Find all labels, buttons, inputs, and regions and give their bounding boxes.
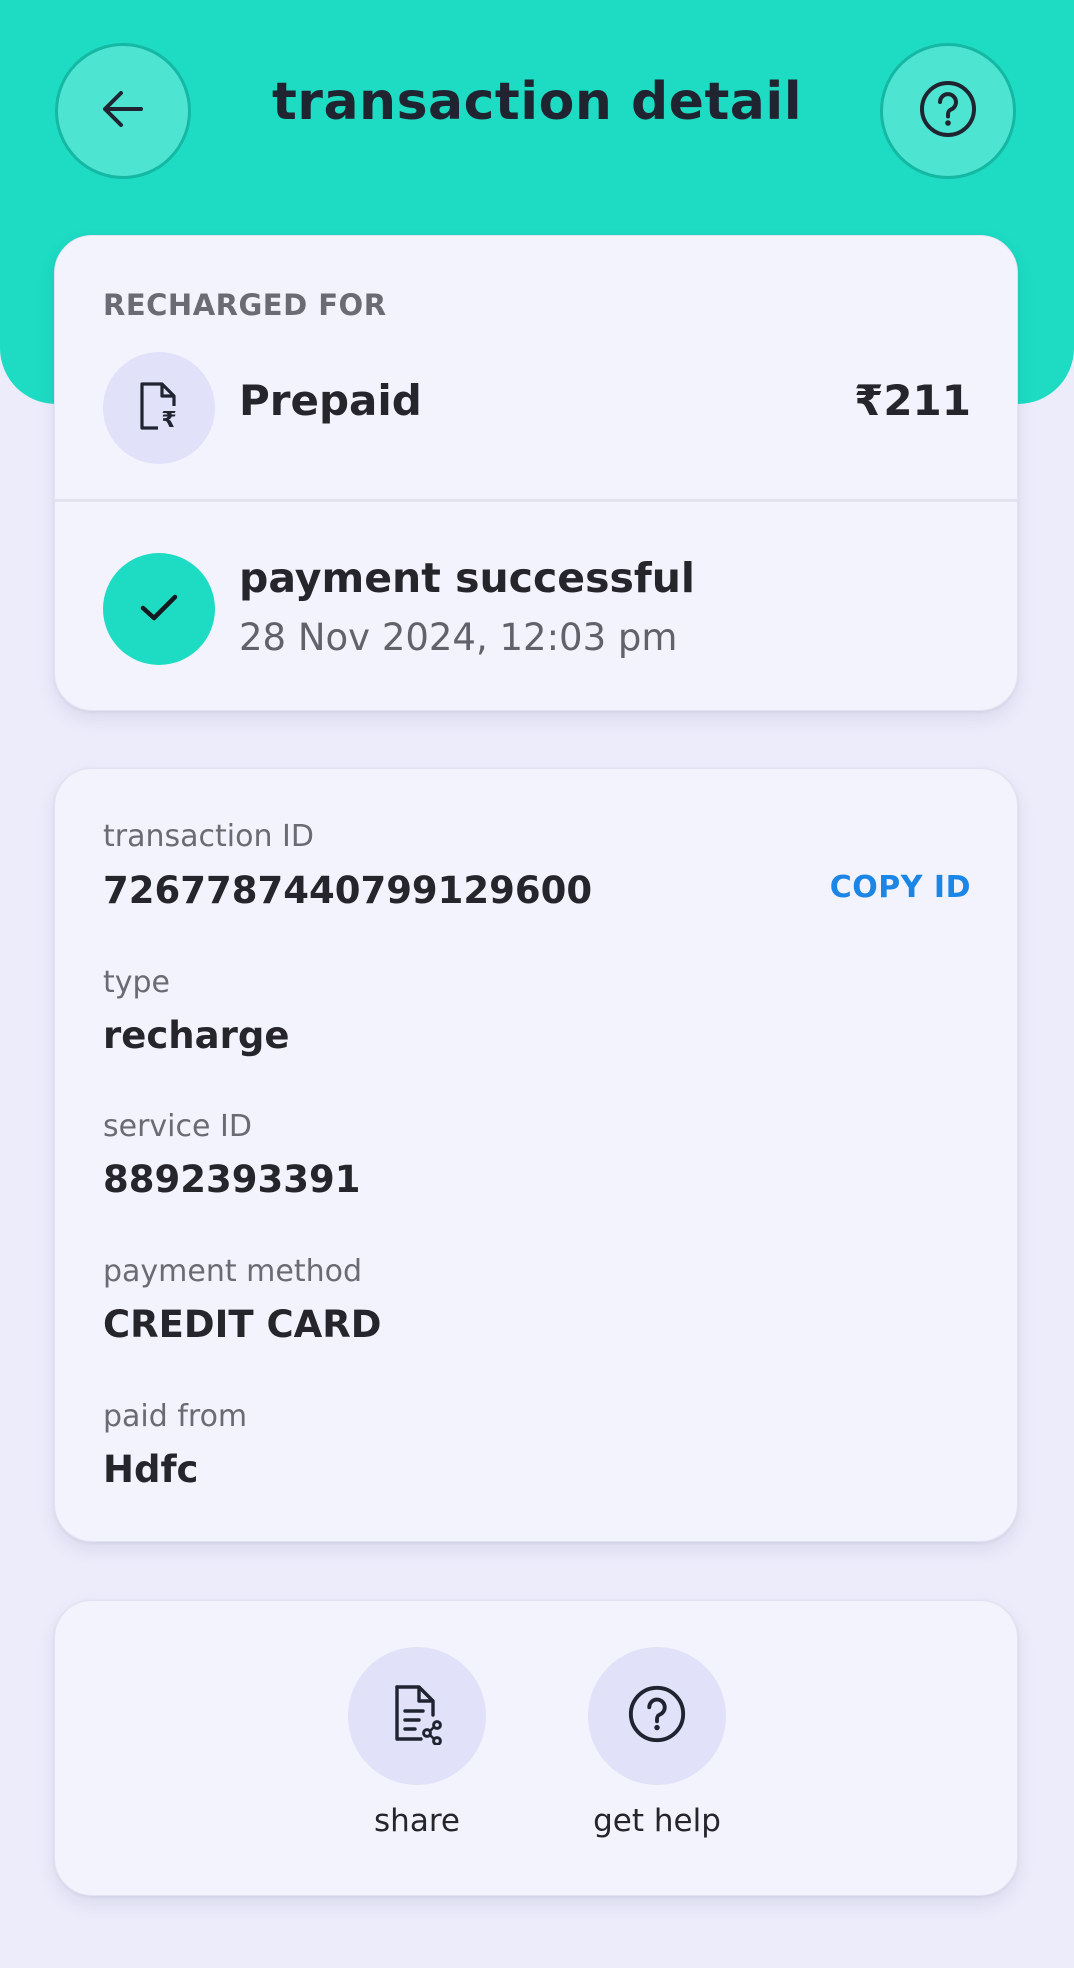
transaction-id-label: transaction ID bbox=[103, 819, 314, 854]
help-icon-badge bbox=[588, 1647, 726, 1785]
copy-id-button[interactable]: COPY ID bbox=[830, 870, 971, 905]
prepaid-icon-badge: ₹ bbox=[103, 352, 215, 464]
success-badge bbox=[103, 553, 215, 665]
get-help-button[interactable]: get help bbox=[557, 1647, 757, 1839]
paid-from-value: Hdfc bbox=[103, 1448, 199, 1491]
payment-status: payment successful bbox=[239, 554, 695, 602]
paid-from-label: paid from bbox=[103, 1399, 248, 1434]
share-document-icon bbox=[389, 1683, 445, 1749]
transaction-details-card: transaction ID 7267787440799129600 COPY … bbox=[54, 768, 1018, 1542]
share-icon-badge bbox=[348, 1647, 486, 1785]
service-id-value: 8892393391 bbox=[103, 1158, 361, 1201]
service-name: Prepaid bbox=[239, 376, 422, 425]
share-button[interactable]: share bbox=[317, 1647, 517, 1839]
recharged-for-label: RECHARGED FOR bbox=[103, 288, 387, 322]
amount: ₹211 bbox=[854, 376, 971, 425]
share-label: share bbox=[374, 1803, 460, 1839]
type-value: recharge bbox=[103, 1014, 290, 1057]
recharge-summary-card: RECHARGED FOR ₹ Prepaid ₹211 payment suc… bbox=[54, 235, 1018, 711]
service-id-label: service ID bbox=[103, 1109, 252, 1144]
question-circle-icon bbox=[916, 77, 980, 145]
checkmark-icon bbox=[135, 583, 183, 635]
help-button[interactable] bbox=[880, 43, 1016, 179]
payment-timestamp: 28 Nov 2024, 12:03 pm bbox=[239, 616, 678, 659]
get-help-label: get help bbox=[593, 1803, 721, 1839]
svg-text:₹: ₹ bbox=[161, 408, 176, 432]
payment-method-value: CREDIT CARD bbox=[103, 1303, 382, 1346]
actions-card: share get help bbox=[54, 1600, 1018, 1896]
question-circle-icon bbox=[626, 1683, 688, 1749]
type-label: type bbox=[103, 965, 171, 1000]
payment-method-label: payment method bbox=[103, 1254, 363, 1289]
rupee-document-icon: ₹ bbox=[136, 380, 182, 436]
transaction-id-value: 7267787440799129600 bbox=[103, 869, 593, 912]
divider bbox=[55, 499, 1017, 502]
